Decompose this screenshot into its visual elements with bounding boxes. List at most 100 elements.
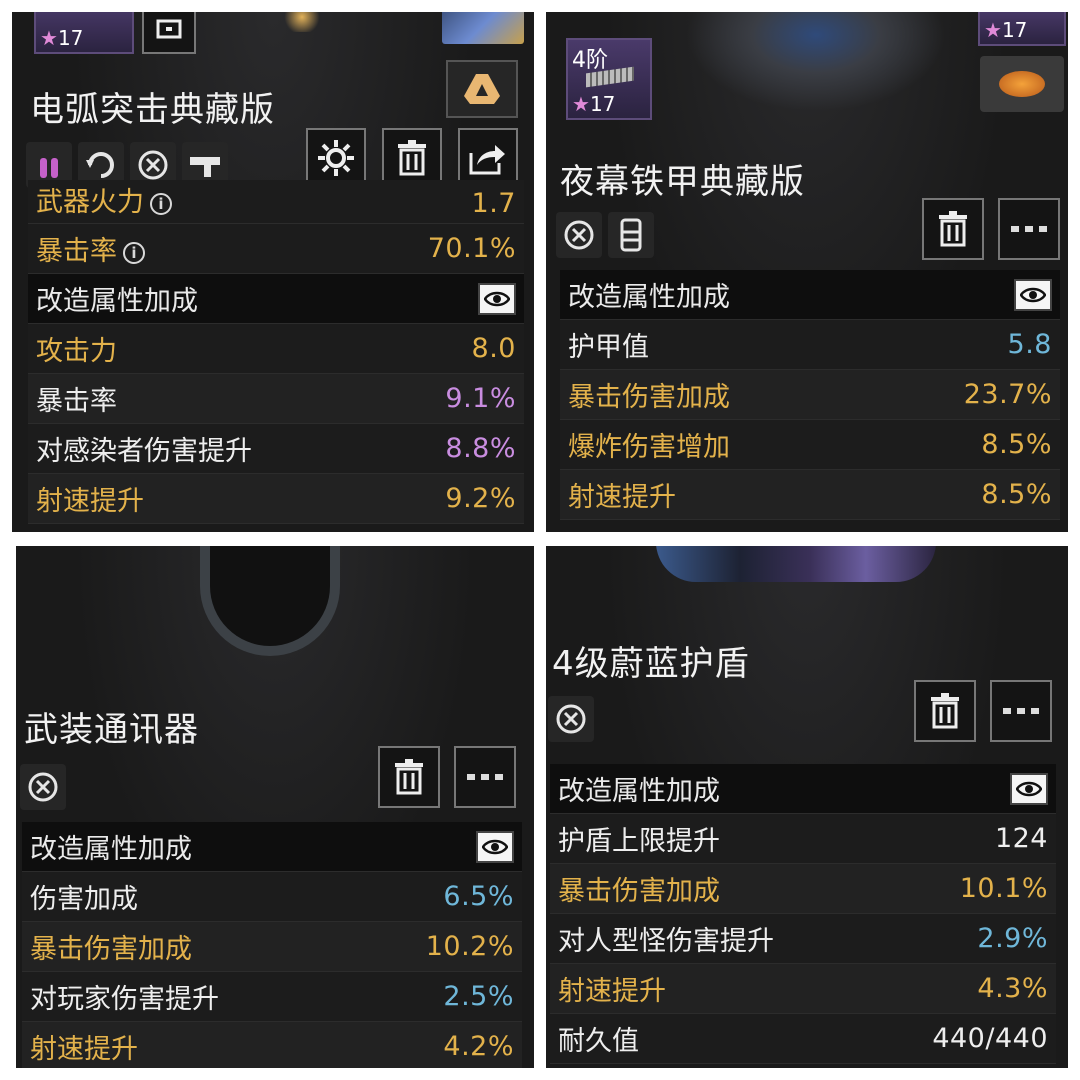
- stat-row: 爆炸伤害增加 8.5%: [560, 420, 1060, 470]
- item-card[interactable]: 4阶 ★17: [566, 38, 652, 120]
- stat-value: 6.5%: [443, 881, 514, 912]
- stat-value: 2.5%: [443, 981, 514, 1012]
- stat-row: 伤害加成 6.5%: [22, 872, 522, 922]
- panel-arc-assault: ★17 电弧突击典藏版 武器火力 i 1.7 暴击率 i 70.1% 改造属性加…: [12, 12, 534, 532]
- trash-icon: [931, 693, 959, 729]
- stat-label: 暴击率: [36, 386, 117, 417]
- stat-value: 8.0: [471, 333, 516, 364]
- stat-value: 8.8%: [445, 433, 516, 464]
- stat-label: 射速提升: [558, 976, 666, 1007]
- stat-label: 射速提升: [36, 486, 144, 517]
- consumable-image: [980, 56, 1064, 112]
- item-title: 电弧突击典藏版: [30, 90, 275, 130]
- item-title: 4级蔚蓝护盾: [552, 644, 750, 684]
- drive-icon: [464, 74, 500, 104]
- stat-label: 伤害加成: [30, 884, 138, 915]
- glow-decoration: [282, 12, 322, 32]
- settings-button[interactable]: [306, 128, 366, 188]
- stat-label: 暴击伤害加成: [30, 934, 192, 965]
- trash-icon: [398, 140, 426, 176]
- panel-azure-shield: 4级蔚蓝护盾 改造属性加成 护盾上限提升 124 暴击伤害加成 10.1% 对人型怪…: [546, 546, 1068, 1068]
- shield-image: [656, 546, 936, 582]
- stat-label: 射速提升: [30, 1034, 138, 1065]
- gear-icon: [318, 140, 354, 176]
- more-icon: [1003, 708, 1039, 714]
- stat-row: 暴击伤害加成 10.1%: [550, 864, 1056, 914]
- delete-button[interactable]: [922, 198, 984, 260]
- stat-label: 耐久值: [558, 1026, 639, 1057]
- stat-value: 10.2%: [425, 931, 514, 962]
- eye-icon[interactable]: [1010, 772, 1048, 805]
- communicator-image: [200, 546, 340, 656]
- crit-icon: [556, 212, 602, 258]
- item-card[interactable]: ★17: [34, 12, 134, 54]
- stat-label: 武器火力: [36, 187, 144, 218]
- stat-row: 对玩家伤害提升 2.5%: [22, 972, 522, 1022]
- more-icon: [467, 774, 503, 780]
- stat-label: 爆炸伤害增加: [568, 432, 730, 463]
- mod-header-label: 改造属性加成: [36, 286, 198, 317]
- stat-row: 暴击伤害加成 10.2%: [22, 922, 522, 972]
- crit-icon: [20, 764, 66, 810]
- eye-icon[interactable]: [476, 830, 514, 863]
- stat-row: 暴击伤害加成 23.7%: [560, 370, 1060, 420]
- stat-label: 攻击力: [36, 336, 117, 367]
- mod-stats: 改造属性加成 护甲值 5.8 暴击伤害加成 23.7% 爆炸伤害增加 8.5% 射速提…: [560, 270, 1060, 520]
- more-button[interactable]: [454, 746, 516, 808]
- item-title: 夜幕铁甲典藏版: [560, 162, 805, 202]
- stat-value: 23.7%: [963, 379, 1052, 410]
- stat-row: 暴击率 9.1%: [28, 374, 524, 424]
- stat-label: 对人型怪伤害提升: [558, 926, 774, 957]
- stat-label: 暴击率: [36, 236, 117, 267]
- frame-button[interactable]: [142, 12, 196, 54]
- corner-card[interactable]: ★17: [978, 12, 1066, 46]
- drive-button[interactable]: [446, 60, 518, 118]
- mod-header-label: 改造属性加成: [568, 282, 730, 313]
- stat-row: 耐久值 440/440: [550, 1014, 1056, 1064]
- stat-row: 射速提升 4.2%: [22, 1022, 522, 1068]
- share-button[interactable]: [458, 128, 518, 188]
- more-button[interactable]: [998, 198, 1060, 260]
- stat-value: 10.1%: [959, 873, 1048, 904]
- stat-value: 8.5%: [981, 429, 1052, 460]
- stat-label: 暴击伤害加成: [558, 876, 720, 907]
- crit-icon: [548, 696, 594, 742]
- armor-image: [686, 12, 946, 112]
- stat-row: 攻击力 8.0: [28, 324, 524, 374]
- star-icon: ★: [572, 92, 590, 116]
- armor-icon: [608, 212, 654, 258]
- base-stats: 武器火力 i 1.7 暴击率 i 70.1% 改造属性加成 攻击力 8.0 暴击率 9.…: [28, 180, 524, 524]
- stat-row: 武器火力 i 1.7: [28, 180, 524, 224]
- stat-value: 440/440: [932, 1023, 1048, 1054]
- mod-header: 改造属性加成: [22, 822, 522, 872]
- more-icon: [1011, 226, 1047, 232]
- item-title: 武装通讯器: [24, 710, 199, 750]
- frame-icon: [156, 19, 182, 39]
- stat-row: 对人型怪伤害提升 2.9%: [550, 914, 1056, 964]
- stat-row: 护甲值 5.8: [560, 320, 1060, 370]
- stat-value: 4.2%: [443, 1031, 514, 1062]
- stat-row: 射速提升 8.5%: [560, 470, 1060, 520]
- mod-header: 改造属性加成: [28, 274, 524, 324]
- trash-icon: [939, 211, 967, 247]
- eye-icon[interactable]: [1014, 278, 1052, 311]
- info-icon[interactable]: i: [123, 241, 145, 264]
- trash-icon: [395, 759, 423, 795]
- delete-button[interactable]: [382, 128, 442, 188]
- item-tier: 4阶: [572, 48, 608, 73]
- stat-label: 护盾上限提升: [558, 826, 720, 857]
- stat-label: 对玩家伤害提升: [30, 984, 219, 1015]
- eye-icon[interactable]: [478, 282, 516, 315]
- panel-armed-communicator: 武装通讯器 改造属性加成 伤害加成 6.5% 暴击伤害加成 10.2% 对玩家伤害提…: [16, 546, 534, 1068]
- mod-header-label: 改造属性加成: [30, 834, 192, 865]
- delete-button[interactable]: [378, 746, 440, 808]
- delete-button[interactable]: [914, 680, 976, 742]
- mod-stats: 改造属性加成 伤害加成 6.5% 暴击伤害加成 10.2% 对玩家伤害提升 2.5% …: [22, 822, 522, 1068]
- stat-label: 护甲值: [568, 332, 649, 363]
- stat-value: 2.9%: [977, 923, 1048, 954]
- info-icon[interactable]: i: [150, 192, 172, 215]
- stat-label: 对感染者伤害提升: [36, 436, 252, 467]
- more-button[interactable]: [990, 680, 1052, 742]
- stat-value: 9.1%: [445, 383, 516, 414]
- stat-value: 4.3%: [977, 973, 1048, 1004]
